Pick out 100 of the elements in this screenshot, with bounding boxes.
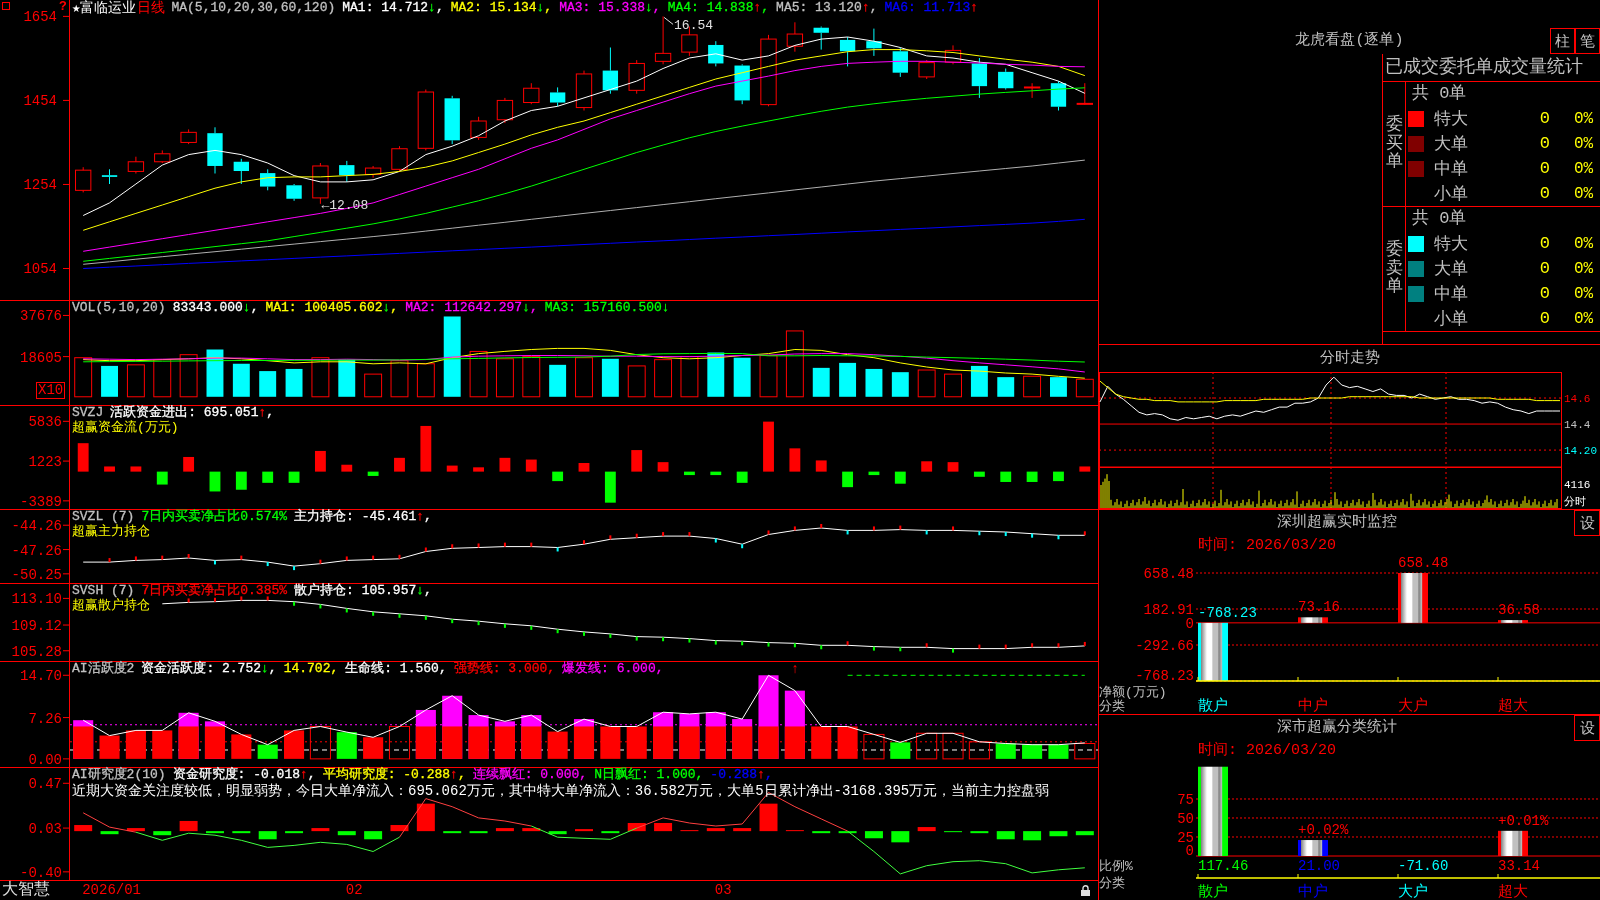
order-count: 0 (1538, 184, 1550, 203)
table-title: 已成交委托单成交量统计 (1383, 54, 1600, 82)
indicator-subtitle: 超赢资金流(万元) (72, 420, 179, 435)
axis-tick-label: 14.6 (1564, 393, 1591, 406)
axis-tick-label: 1054 (23, 261, 57, 278)
panel-title: 龙虎看盘(逐单) (1294, 30, 1405, 51)
axis-tick-label: 50 (1177, 811, 1194, 827)
category-label: 超大 (1498, 698, 1528, 714)
category-label: 大户 (1398, 884, 1428, 899)
order-percent: 0% (1574, 284, 1594, 303)
indicator-value: MA1: 14.712↓, (342, 1, 444, 15)
axis-tick-label: 1223 (28, 454, 62, 471)
indicator-value: 83343.000↓, (172, 301, 259, 315)
order-count: 0 (1538, 259, 1550, 278)
indicator-value: MA4: 14.838↑, (667, 1, 770, 15)
order-percent: 0% (1574, 309, 1594, 328)
axis-title: 比例% (1099, 859, 1133, 874)
price-annotation: 16.54 (674, 18, 714, 34)
axis-tick-label: 0.00 (28, 751, 62, 767)
axis-tick-label: 658.48 (1143, 566, 1194, 582)
indicator-value: MA3: 15.338↓, (559, 1, 661, 15)
indicator-value: 7日内买卖净占比0.574% (141, 510, 288, 524)
category-label: 中户 (1298, 698, 1328, 714)
signal-arrow: ↑ (790, 661, 800, 677)
value-label: -768.23 (1198, 604, 1257, 621)
indicator-value: MA2: 15.134↓, (450, 1, 553, 15)
indicator-value: -0.288↑, (710, 768, 773, 782)
value-label: 73.16 (1298, 599, 1340, 616)
order-size-label: 中单 (1434, 284, 1469, 305)
axis-tick-label: -768.23 (1135, 668, 1194, 684)
indicator-name: SVZL (7) (72, 510, 135, 524)
order-size-label: 小单 (1434, 184, 1469, 205)
category-label: 超大 (1498, 884, 1528, 899)
order-total: 共 0单 (1411, 208, 1467, 230)
order-percent: 0% (1574, 159, 1594, 178)
order-size-label: 特大 (1434, 234, 1469, 255)
indicator-value: N日飘红: 1.000, (594, 768, 704, 782)
category-label: 散户 (1198, 698, 1228, 714)
period-label: 日线 (137, 1, 166, 15)
indicator-value: 散户持仓: 105.957↓, (294, 584, 432, 598)
axis-tick-label: 5836 (28, 414, 62, 431)
axis-tick-label: 14.4 (1564, 419, 1591, 432)
axis-tick-label: 0.47 (28, 776, 62, 793)
stock-name: ★富临运业 (72, 1, 137, 15)
indicator-value: 7日内买卖净占比0.385% (141, 584, 288, 598)
indicator-name: SVZJ (72, 406, 104, 420)
axis-tick-label: 25 (1177, 830, 1194, 846)
value-label: 36.58 (1498, 602, 1540, 619)
indicator-value: 资金研究度: -0.018↑, (172, 768, 316, 782)
axis-title: 分类 (1099, 699, 1125, 714)
axis-tick-label: 1454 (23, 93, 57, 110)
indicator-value: 活跃资金进出: 695.051↑, (110, 406, 275, 420)
indicator-subtitle: 超赢散户持仓 (72, 598, 150, 613)
panel-title: 深圳超赢实时监控 (1275, 512, 1398, 533)
value-label: -71.60 (1398, 858, 1449, 874)
order-count: 0 (1538, 159, 1550, 178)
panel-title: 深市超赢分类统计 (1275, 717, 1398, 738)
analysis-summary: 近期大资金关注度较低，明显弱势，今日大单净流入：695.062万元，其中特大单净流入：36.582万元，大单5日累计净出-3168.395万元，当前主力控盘弱 (72, 782, 1050, 800)
category-label: 大户 (1398, 698, 1428, 714)
chart-date: 时间: 2026/03/20 (1198, 742, 1337, 759)
axis-tick-label: -47.26 (11, 542, 62, 559)
value-label: 33.14 (1498, 858, 1540, 874)
order-percent: 0% (1574, 259, 1594, 278)
category-label: 中户 (1298, 884, 1328, 899)
scale-label: X10 (36, 382, 66, 399)
order-size-label: 中单 (1434, 159, 1469, 180)
axis-title: 净额(万元) (1099, 685, 1167, 700)
axis-tick-label: -44.26 (11, 518, 62, 535)
order-count: 0 (1538, 309, 1550, 328)
order-count: 0 (1538, 284, 1550, 303)
indicator-value: 生命线: 1.560, (345, 662, 447, 676)
indicator-value: 连续飘红: 0.000, (472, 768, 588, 782)
side-label: 委买单 (1385, 115, 1403, 173)
bar-note: +0.02% (1298, 822, 1349, 839)
axis-tick-label: 7.26 (28, 710, 62, 727)
axis-tick-label: 18605 (20, 349, 62, 366)
brand-name: 大智慧 (2, 881, 50, 900)
help-mark: ? (59, 0, 67, 13)
axis-tick-label: 113.10 (11, 591, 62, 608)
indicator-name: AI活跃度2 (72, 662, 135, 676)
order-count: 0 (1538, 134, 1550, 153)
indicator-value: MA6: 11.713↑ (884, 1, 979, 15)
value-label: 658.48 (1398, 555, 1449, 571)
order-count: 0 (1538, 234, 1550, 253)
value-label: 117.46 (1198, 858, 1249, 874)
axis-tick-label: 14.70 (20, 668, 62, 685)
order-total: 共 0单 (1411, 83, 1467, 105)
indicator-subtitle: 超赢主力持仓 (72, 524, 150, 539)
axis-tick-label: 37676 (20, 308, 62, 325)
indicator-value: 14.702, (283, 662, 339, 676)
axis-tick-label: -292.66 (1135, 638, 1194, 654)
indicator-value: 强势线: 3.000, (453, 662, 556, 676)
indicator-name: MA(5,10,20,30,60,120) (171, 1, 336, 15)
axis-tick-label: -50.25 (11, 566, 62, 583)
indicator-value: MA5: 13.120↑, (776, 1, 878, 15)
axis-tick-label: -0.40 (20, 864, 62, 881)
order-size-label: 大单 (1434, 259, 1469, 280)
indicator-value: 资金活跃度: 2.752↓, (141, 662, 277, 676)
axis-tick-label: 1254 (23, 177, 57, 194)
axis-tick-label: 0.03 (28, 821, 62, 838)
